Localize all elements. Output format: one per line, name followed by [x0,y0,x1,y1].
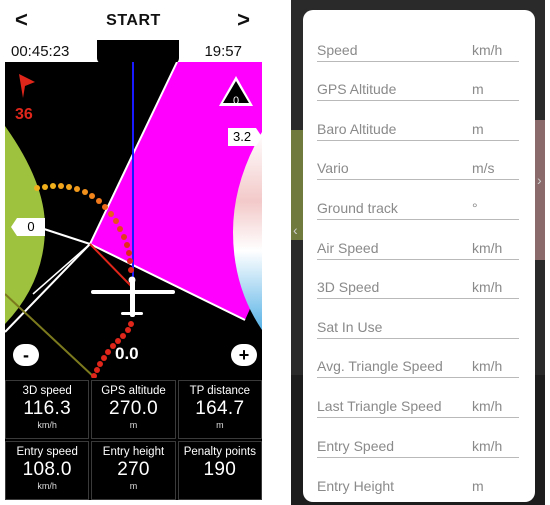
field-unit: m [472,81,484,98]
speed-readout: 0.0 [115,344,139,363]
list-item[interactable]: Entry Height m [317,458,519,498]
cell-value: 270 [117,459,150,480]
cell-value: 116.3 [23,398,71,419]
list-item[interactable]: GPS Altitude m [317,62,519,102]
field-unit: km/h [472,41,503,58]
data-grid: 3D speed 116.3 km/h GPS altitude 270.0 m… [5,378,262,500]
field-list-panel: Speed km/h GPS Altitude m Baro Altitude … [303,10,535,502]
field-label: Entry Height [317,478,395,495]
zoom-out-button[interactable]: - [13,344,39,366]
list-item[interactable]: Baro Altitude m [317,101,519,141]
clock-time: 19:57 [204,43,242,60]
field-label: 3D Speed [317,279,380,296]
cell-label: GPS altitude [101,385,166,397]
cell-unit: km/h [37,481,57,491]
list-item[interactable]: Vario m/s [317,141,519,181]
zoom-in-button[interactable]: + [231,344,257,366]
tab-notch [97,40,179,64]
flight-map[interactable]: 36 0 3.2 0 0.0 - + [5,62,262,378]
course-line [5,293,96,378]
field-label: Entry Speed [317,437,395,454]
flight-screen: < START > 00:45:23 19:57 36 0 3.2 0 0.0 … [5,0,262,505]
chevron-right-icon: › [537,172,542,188]
field-label: Baro Altitude [317,120,397,137]
list-item[interactable]: Last Triangle Speed km/h [317,378,519,418]
grid-cell[interactable]: TP distance 164.7 m [177,380,262,439]
cell-value: 164.7 [195,398,245,419]
glider-icon [91,276,175,317]
list-item[interactable]: Speed km/h [317,22,519,62]
field-picker-screen: ‹ › Speed km/h GPS Altitude m Baro Altit… [291,0,545,505]
list-item[interactable]: Avg. Triangle Speed km/h [317,339,519,379]
field-label: GPS Altitude [317,81,397,98]
field-unit: km/h [472,279,503,296]
chevron-left-icon: ‹ [293,222,298,238]
cell-value: 270.0 [108,398,159,419]
task-line [40,227,91,245]
field-unit: m/s [472,160,495,177]
triangle-value: 0 [232,95,240,107]
vario-tag-right: 3.2 [228,128,256,146]
cell-label: Penalty points [183,446,256,458]
field-label: Speed [317,41,358,58]
top-nav-bar: < START > [5,0,262,40]
cell-value: 108.0 [22,459,72,480]
cell-label: TP distance [189,385,251,397]
list-item[interactable]: Entry Speed km/h [317,418,519,458]
list-item[interactable]: Air Speed km/h [317,220,519,260]
field-label: Air Speed [317,239,379,256]
grid-cell[interactable]: GPS altitude 270.0 m [91,380,176,439]
grid-cell[interactable]: 3D speed 116.3 km/h [5,380,90,439]
list-item[interactable]: Ground track ° [317,180,519,220]
field-unit: km/h [472,358,503,375]
list-item[interactable]: 3D Speed km/h [317,260,519,300]
cell-unit: m [129,481,138,491]
list-item[interactable]: Sat In Use [317,299,519,339]
elapsed-time: 00:45:23 [11,43,70,60]
vario-tag-left: 0 [17,218,45,236]
wind-arrow-icon [19,74,35,98]
field-unit: ° [472,199,478,216]
field-unit: km/h [472,397,503,414]
field-label: Sat In Use [317,318,383,335]
wind-value: 36 [15,106,33,123]
grid-cell[interactable]: Entry speed 108.0 km/h [5,441,90,500]
field-label: Avg. Triangle Speed [317,358,443,375]
cell-unit: m [216,420,224,430]
field-unit: km/h [472,239,503,256]
cell-unit: m [129,420,138,430]
next-page-button[interactable]: > [237,9,250,31]
grid-cell[interactable]: Penalty points 190 [177,441,262,500]
grid-cell[interactable]: Entry height 270 m [91,441,176,500]
field-unit: m [472,478,484,495]
cell-label: Entry height [102,446,165,458]
cell-label: Entry speed [16,446,78,458]
cell-value: 190 [203,459,237,480]
field-unit: m [472,120,484,137]
field-label: Last Triangle Speed [317,397,442,414]
cell-label: 3D speed [22,385,72,397]
field-unit: km/h [472,437,503,454]
page-title: START [106,12,161,29]
field-label: Ground track [317,199,398,216]
field-label: Vario [317,160,349,177]
cell-unit: km/h [37,420,57,430]
